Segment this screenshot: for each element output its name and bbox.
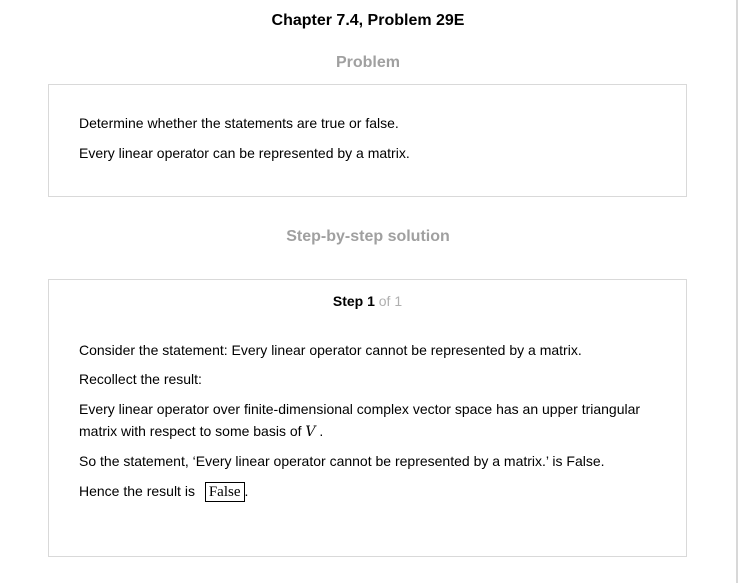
step-label: Step 1 [332,293,375,309]
result-text: Hence the result is [79,483,199,499]
solution-paragraph-statement: Consider the statement: Every linear ope… [79,342,582,358]
problem-heading: Problem [335,54,400,71]
problem-instruction: Determine whether the statements are tru… [79,115,399,131]
chapter-title: Chapter 7.4, Problem 29E [271,12,465,29]
solution-paragraph-result: Hence the result is False. [79,480,656,502]
solution-paragraph-recollect: Recollect the result: [79,371,202,387]
solution-paragraph-conclusion: So the statement, ‘Every linear operator… [79,453,605,469]
problem-panel: Determine whether the statements are tru… [48,84,687,197]
answer-box: False [204,482,245,502]
step-count: of 1 [374,293,403,309]
solution-heading: Step-by-step solution [286,228,450,245]
solution-paragraph-theorem: Every linear operator over finite-dimens… [79,398,656,443]
vector-space-variable: V [305,424,316,440]
step-header: Step 1 of 1 [49,291,686,311]
solution-panel: Step 1 of 1 Consider the statement: Ever… [48,279,687,557]
problem-statement: Every linear operator can be represented… [79,145,410,161]
result-end: . [244,483,249,499]
theorem-text: Every linear operator over finite-dimens… [79,401,641,439]
theorem-end: . [315,423,324,439]
